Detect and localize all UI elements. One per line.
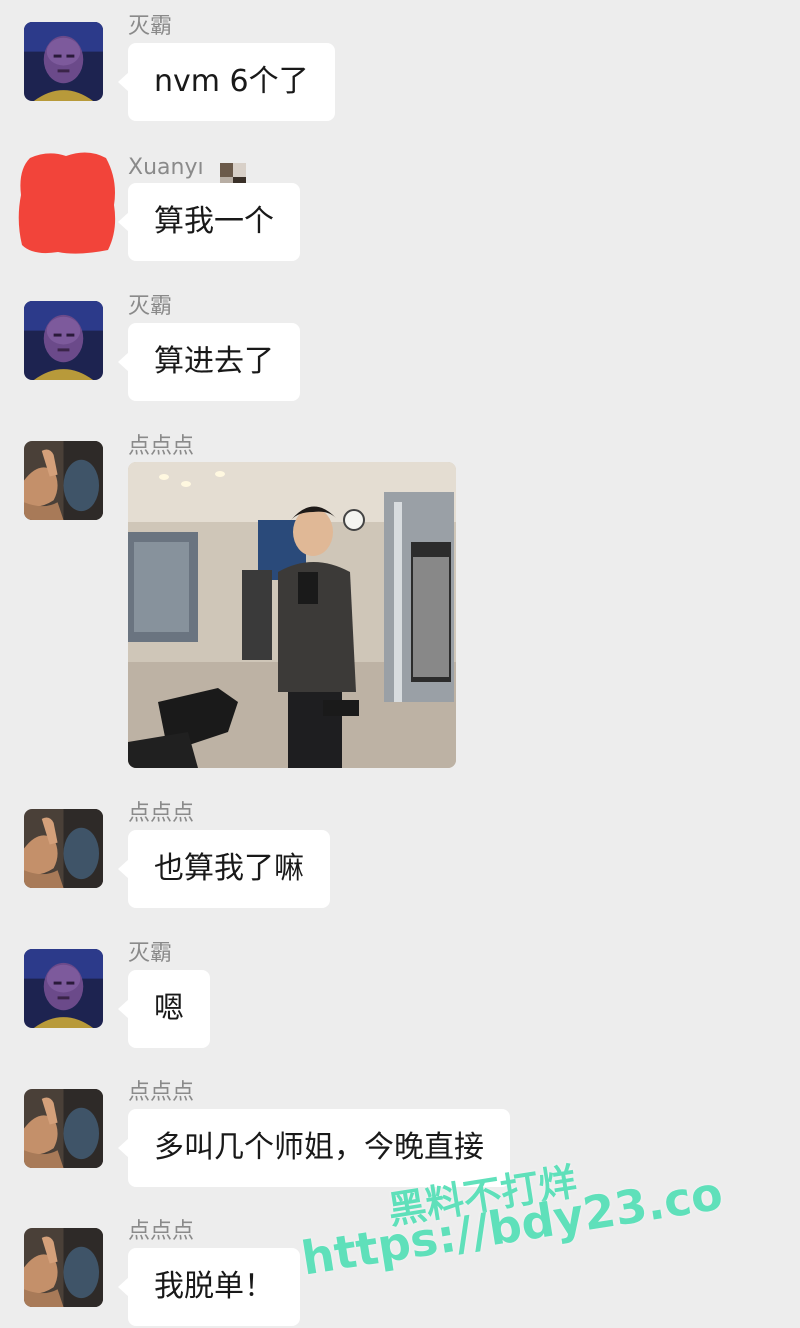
message-bubble[interactable]: 也算我了嘛 [118, 830, 330, 908]
hand-dumbbell-avatar[interactable] [24, 1228, 103, 1307]
thanos-avatar[interactable] [24, 301, 103, 380]
hand-dumbbell-avatar[interactable] [24, 809, 103, 888]
thanos-avatar[interactable] [24, 22, 103, 101]
message-bubble[interactable]: 我脱单！ [118, 1248, 300, 1326]
redacted-avatar[interactable] [18, 150, 118, 255]
message-bubble[interactable]: 算我一个 [118, 183, 300, 261]
thanos-avatar[interactable] [24, 949, 103, 1028]
sender-name: 灭霸 [128, 941, 173, 966]
message-bubble[interactable]: 嗯 [118, 970, 210, 1048]
sender-name: 灭霸 [128, 14, 173, 39]
message-bubble[interactable]: nvm 6个了 [118, 43, 335, 121]
sender-name: 灭霸 [128, 294, 173, 319]
sender-name: 点点点 [128, 801, 195, 826]
gym-mirror-selfie-photo[interactable] [128, 462, 456, 768]
hand-dumbbell-avatar[interactable] [24, 1089, 103, 1168]
sender-name: 点点点 [128, 1219, 195, 1244]
hand-dumbbell-avatar[interactable] [24, 441, 103, 520]
sender-name: 点点点 [128, 434, 195, 459]
message-bubble[interactable]: 算进去了 [118, 323, 300, 401]
sender-name: Xuanyı [128, 155, 204, 180]
sender-name: 点点点 [128, 1080, 195, 1105]
